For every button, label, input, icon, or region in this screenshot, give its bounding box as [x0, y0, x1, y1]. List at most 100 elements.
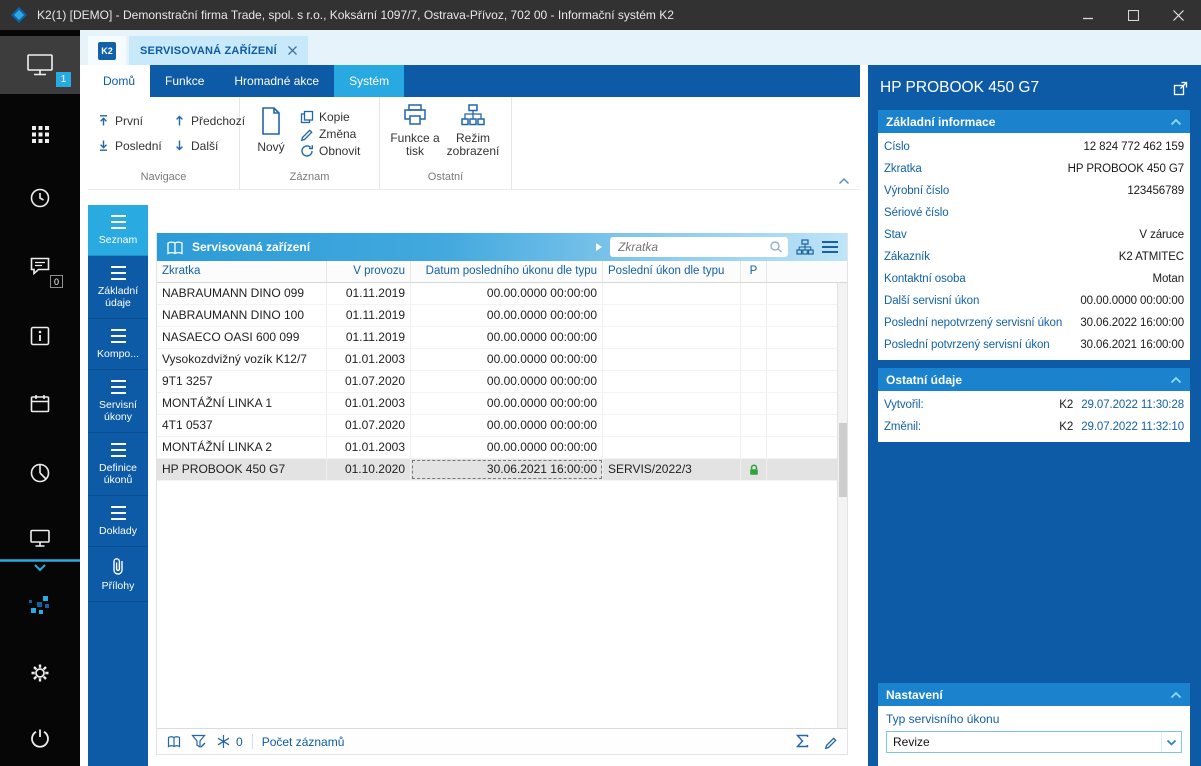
tree-view-icon[interactable] [796, 239, 814, 255]
service-type-dropdown[interactable]: Revize [886, 731, 1182, 753]
cell-posledni-ukon [603, 305, 741, 326]
table-row[interactable]: 9T1 3257 01.07.2020 00.00.0000 00:00:00 [157, 371, 837, 393]
sidebar-item-history[interactable] [0, 180, 80, 216]
sum-icon[interactable] [796, 734, 809, 749]
list-icon [110, 506, 126, 520]
table-row[interactable]: MONTÁŽNÍ LINKA 1 01.01.2003 00.00.0000 0… [157, 393, 837, 415]
cell-posledni-ukon [603, 393, 741, 414]
sidebar-item-modules[interactable] [0, 116, 80, 152]
field-label[interactable]: Vytvořil: [884, 399, 1059, 411]
record-count-label[interactable]: Počet záznamů [262, 735, 345, 749]
previous-record-button[interactable]: Předchozí [173, 108, 245, 133]
chevron-up-icon[interactable] [1170, 691, 1182, 699]
ribbon-group-ostatni: Funkce a tisk Režim zobrazení Ostatní [380, 97, 512, 189]
field-label[interactable]: Další servisní úkon [884, 295, 1080, 307]
scrollbar-thumb[interactable] [839, 423, 847, 497]
ribbon-collapse-button[interactable] [838, 177, 850, 185]
sidebar-item-messages[interactable]: 0 [0, 248, 80, 288]
chevron-up-icon[interactable] [1170, 118, 1182, 126]
table-row[interactable]: NABRAUMANN DINO 099 01.11.2019 00.00.000… [157, 283, 837, 305]
filter-icon[interactable] [191, 734, 207, 749]
filter-expander-icon[interactable] [596, 243, 602, 251]
ribbon-tab-home[interactable]: Domů [88, 65, 151, 97]
refresh-record-button[interactable]: Obnovit [300, 144, 360, 158]
desktop-count-badge: 1 [56, 72, 71, 87]
module-nav-item[interactable]: Přílohy [88, 547, 148, 602]
sidebar-item-workstation[interactable] [0, 520, 80, 556]
change-record-button[interactable]: Změna [300, 127, 360, 141]
field-label[interactable]: Zkratka [884, 163, 1068, 175]
ribbon-group-label: Navigace [140, 171, 187, 183]
table-row[interactable]: HP PROBOOK 450 G7 01.10.2020 30.06.2021 … [157, 459, 837, 481]
chevron-up-icon[interactable] [1170, 376, 1182, 384]
maximize-button[interactable] [1111, 0, 1156, 30]
table-row[interactable]: 4T1 0537 01.07.2020 00.00.0000 00:00:00 [157, 415, 837, 437]
ribbon-tab-bulk-actions[interactable]: Hromadné akce [219, 65, 334, 97]
new-record-button[interactable]: Nový [250, 103, 292, 169]
vertical-scrollbar[interactable] [837, 283, 847, 728]
cell-p [741, 415, 767, 436]
field-label[interactable]: Sériové číslo [884, 207, 1184, 219]
field-label[interactable]: Poslední nepotvrzený servisní úkon [884, 317, 1080, 329]
sidebar-item-logout[interactable] [0, 720, 80, 756]
module-nav-item[interactable]: Servisní úkony [88, 370, 148, 433]
module-nav-item[interactable]: Kompo... [88, 319, 148, 370]
close-button[interactable] [1156, 0, 1201, 30]
ribbon-tab-system[interactable]: Systém [334, 65, 405, 97]
tab-close-icon[interactable] [287, 46, 297, 55]
table-row[interactable]: Vysokozdvižný vozík K12/7 01.01.2003 00.… [157, 349, 837, 371]
grid-menu-icon[interactable] [822, 241, 838, 253]
field-label[interactable]: Poslední potvrzený servisní úkon [884, 339, 1080, 351]
sidebar-item-reports[interactable] [0, 455, 80, 491]
chevron-down-icon[interactable] [1161, 732, 1181, 752]
field-label[interactable]: Kontaktní osoba [884, 273, 1153, 285]
functions-print-button[interactable]: Funkce a tisk [386, 100, 444, 169]
sidebar-item-calendar[interactable] [0, 385, 80, 421]
module-nav: Seznam Základní údaje Kompo... Servisní … [88, 205, 148, 766]
window-titlebar[interactable]: K2(1) [DEMO] - Demonstrační firma Trade,… [0, 0, 1201, 30]
field-label[interactable]: Zákazník [884, 251, 1119, 263]
module-nav-item[interactable]: Seznam [88, 205, 148, 256]
edit-pencil-icon[interactable] [824, 735, 838, 749]
next-record-button[interactable]: Další [173, 133, 245, 158]
column-header-p[interactable]: P [741, 261, 767, 282]
tab-k2-home[interactable]: K2 [88, 36, 126, 65]
first-record-button[interactable]: První [97, 108, 173, 133]
sidebar-item-desktop[interactable]: 1 [0, 36, 80, 94]
search-input[interactable] [610, 237, 788, 257]
module-nav-item[interactable]: Doklady [88, 496, 148, 547]
sidebar-item-whats-new[interactable] [0, 588, 80, 626]
section-header-basic: Základní informace [878, 110, 1190, 133]
cell-v-provozu: 01.01.2003 [327, 349, 411, 370]
snowflake-icon[interactable] [216, 734, 231, 749]
column-header-zkratka[interactable]: Zkratka [157, 261, 327, 282]
copy-record-button[interactable]: Kopie [300, 110, 360, 124]
cell-p [741, 393, 767, 414]
last-record-button[interactable]: Poslední [97, 133, 173, 158]
table-row[interactable]: MONTÁŽNÍ LINKA 2 01.01.2003 00.00.0000 0… [157, 437, 837, 459]
view-mode-button[interactable]: Režim zobrazení [444, 100, 502, 169]
open-in-window-icon[interactable] [1173, 81, 1188, 96]
column-header-v-provozu[interactable]: V provozu [327, 261, 411, 282]
minimize-button[interactable] [1066, 0, 1111, 30]
book-columns-icon[interactable] [166, 735, 182, 749]
messages-count-badge: 0 [50, 275, 63, 288]
field-label[interactable]: Číslo [884, 141, 1083, 153]
field-label[interactable]: Stav [884, 229, 1139, 241]
sidebar-item-settings[interactable] [0, 655, 80, 691]
column-header-datum[interactable]: Datum posledního úkonu dle typu [411, 261, 603, 282]
table-row[interactable]: NABRAUMANN DINO 100 01.11.2019 00.00.000… [157, 305, 837, 327]
field-label[interactable]: Výrobní číslo [884, 185, 1127, 197]
sidebar-item-info[interactable] [0, 318, 80, 354]
sidebar-expand-handle[interactable] [0, 558, 80, 572]
field-label[interactable]: Změnil: [884, 421, 1059, 433]
tab-servisovana-zarizeni[interactable]: SERVISOVANÁ ZAŘÍZENÍ [129, 36, 308, 65]
module-nav-item[interactable]: Definice úkonů [88, 433, 148, 496]
cell-filler [767, 371, 837, 392]
column-header-posledni-ukon[interactable]: Poslední úkon dle typu [603, 261, 741, 282]
search-box [610, 237, 788, 257]
module-nav-item[interactable]: Základní údaje [88, 256, 148, 319]
ribbon-tab-functions[interactable]: Funkce [150, 65, 219, 97]
table-row[interactable]: NASAECO OASI 600 099 01.11.2019 00.00.00… [157, 327, 837, 349]
detail-field-row: Sériové číslo [878, 202, 1190, 224]
